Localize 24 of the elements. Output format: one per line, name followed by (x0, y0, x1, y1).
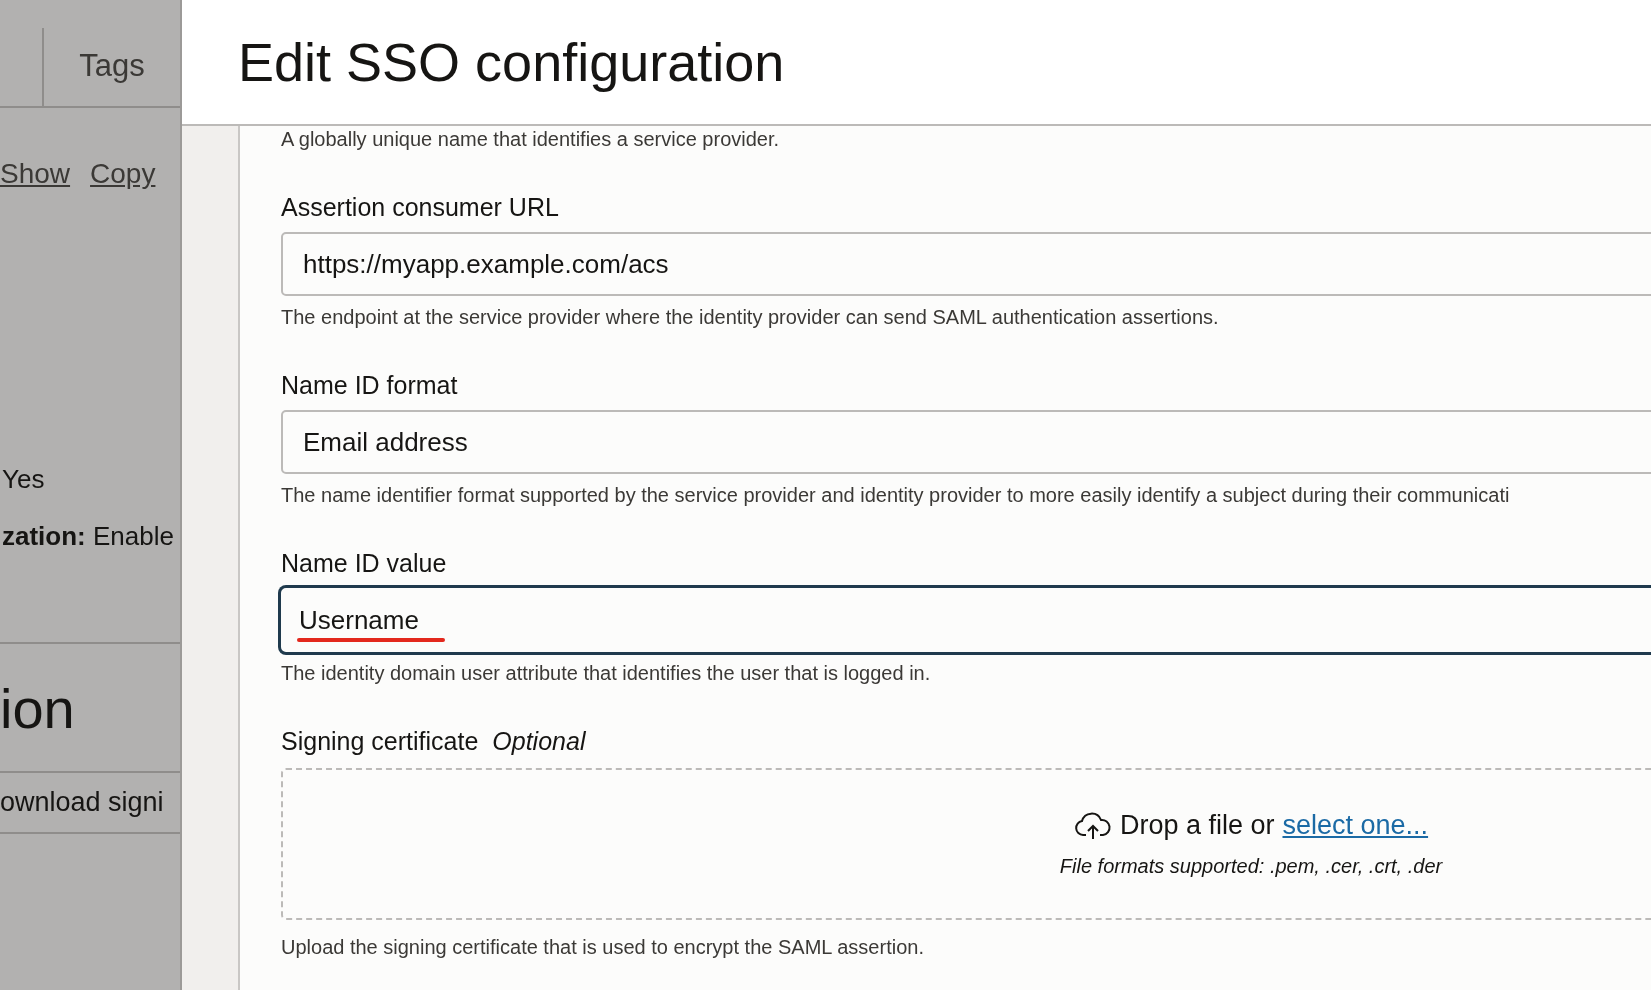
field-label: Assertion consumer URL (281, 193, 560, 222)
field-label: Signing certificate Optional (281, 727, 587, 756)
cloud-upload-icon (1073, 811, 1112, 840)
help-text: The identity domain user attribute that identifies the user that is logged in. (281, 662, 932, 685)
help-text: Upload the signing certificate that is used to encrypt the SAML assertion. (281, 936, 925, 959)
link[interactable]: Copy (90, 158, 156, 190)
section-title: ion (0, 676, 76, 742)
detail-text: Yes (1, 464, 45, 495)
input-field[interactable]: Email address (281, 410, 1651, 474)
field-label: Name ID format (281, 371, 459, 400)
detail-text: zation: Enable (1, 521, 174, 552)
drop-text: Drop a file or (1119, 810, 1275, 841)
help-text: The name identifier format supported by the service provider and identity provider to more easily identify a subject during their communicati (281, 484, 1511, 507)
link[interactable]: Show (0, 158, 71, 190)
tab[interactable]: Tags (44, 0, 180, 106)
help-text: A globally unique name that identifies a service provider. (281, 128, 781, 151)
field-label: Name ID value (281, 549, 448, 578)
input-field[interactable]: https://myapp.example.com/acs (281, 232, 1651, 296)
file-drop-zone[interactable]: Drop a file or select one... File formats supported: .pem, .cer, .crt, .der (281, 768, 1651, 920)
help-text: The endpoint at the service provider where the identity provider can send SAML authentication assertions. (281, 306, 1220, 329)
dialog-title: Edit SSO configuration (238, 31, 785, 93)
select-file-link[interactable]: select one... (1282, 810, 1429, 841)
download-link[interactable]: ownload signi (0, 773, 180, 832)
formats-text: File formats supported: .pem, .cer, .crt, .der (1059, 855, 1443, 878)
